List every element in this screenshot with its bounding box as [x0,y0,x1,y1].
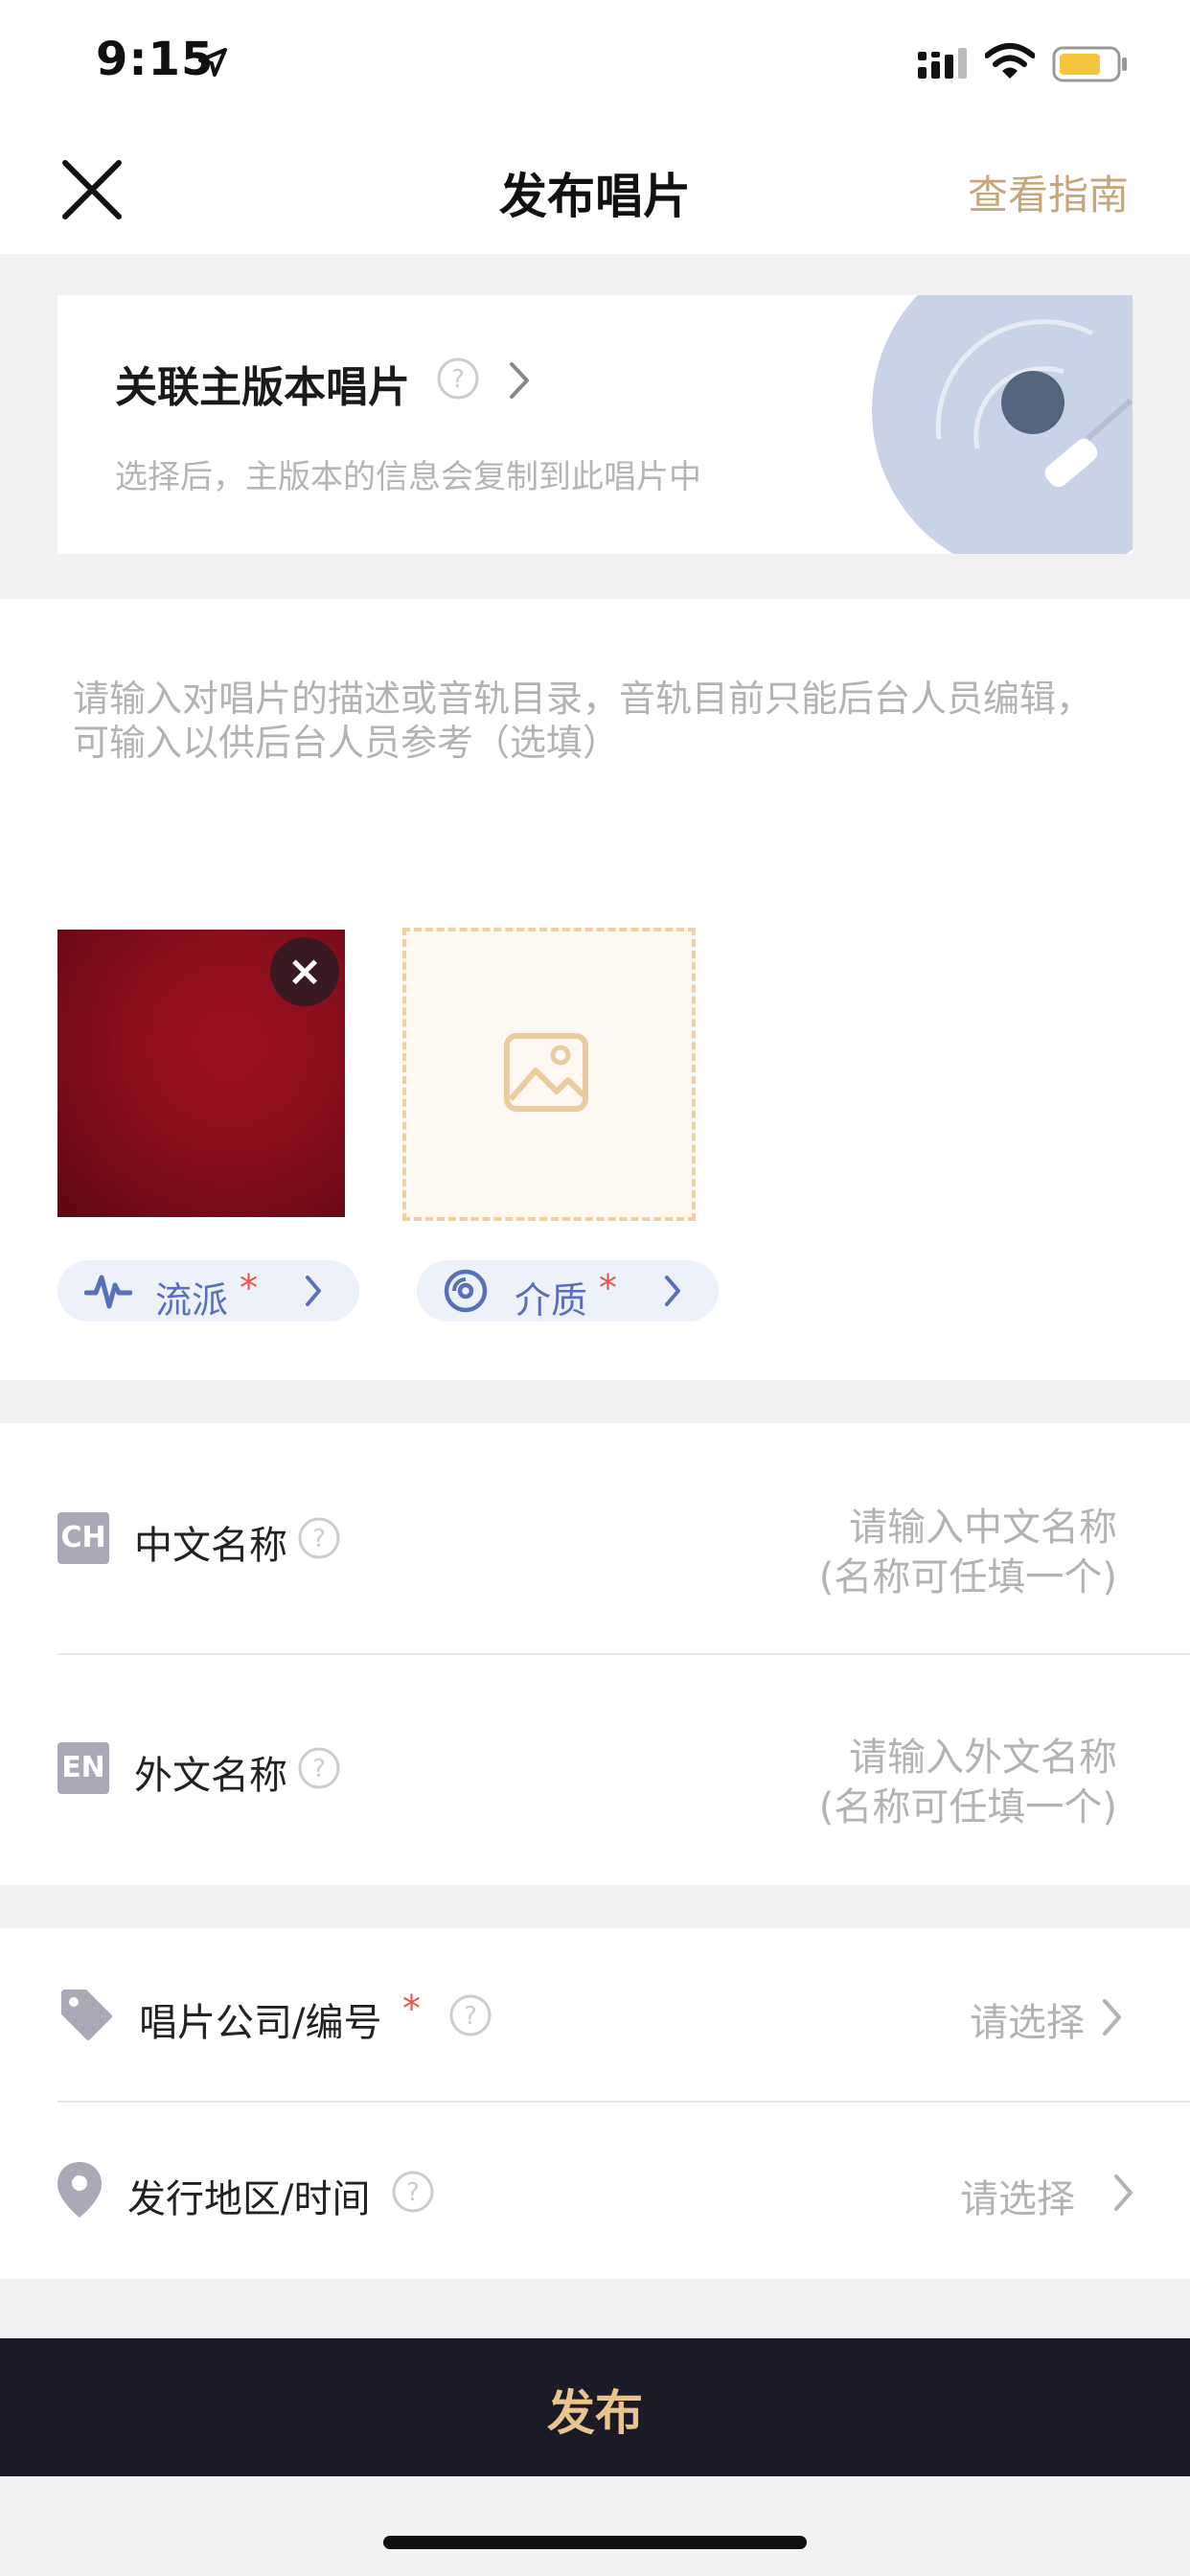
tag-icon [61,1990,112,2040]
chinese-badge: CH [57,1512,109,1564]
wifi-icon [985,43,1035,79]
foreign-name-placeholder-line2: (名称可任填一个) [818,1785,1117,1829]
chinese-name-placeholder-line2: (名称可任填一个) [818,1555,1117,1599]
svg-text:?: ? [312,1525,326,1553]
genre-label: 流派 [155,1279,229,1322]
chevron-right-icon [510,362,529,399]
waveform-icon [84,1275,132,1309]
release-region-label: 发行地区/时间 [127,2177,371,2221]
foreign-name-label: 外文名称 [134,1754,287,1798]
home-indicator [383,2536,807,2549]
image-placeholder-icon [504,1033,588,1112]
chevron-right-icon [306,1276,321,1306]
link-master-version-title: 关联主版本唱片 [115,363,410,412]
publish-button-label: 发布 [547,2385,643,2441]
medium-label: 介质 [515,1279,588,1322]
chevron-right-icon [1103,1999,1121,2036]
required-mark: * [599,1267,617,1309]
battery-icon [1052,46,1127,82]
svg-text:?: ? [464,2002,477,2031]
link-master-version-subtitle: 选择后，主版本的信息会复制到此唱片中 [115,458,701,496]
vinyl-record-illustration [872,295,1133,554]
link-master-version-card[interactable] [57,295,1133,554]
foreign-name-input[interactable]: 请输入外文名称 (名称可任填一个) [638,1733,1117,1832]
view-guide-link[interactable]: 查看指南 [968,163,1129,221]
chinese-name-input[interactable]: 请输入中文名称 (名称可任填一个) [638,1503,1117,1602]
help-icon[interactable]: ? [297,1516,341,1560]
chevron-right-icon [665,1276,680,1306]
required-mark: * [240,1267,258,1309]
required-mark: * [402,1988,421,2030]
english-badge: EN [57,1742,109,1794]
chinese-name-label: 中文名称 [134,1524,287,1568]
vinyl-disc-icon [444,1269,488,1313]
help-icon[interactable]: ? [436,356,480,401]
help-icon[interactable]: ? [297,1746,341,1790]
foreign-name-placeholder-line1: 请输入外文名称 [849,1736,1117,1780]
description-input[interactable]: 请输入对唱片的描述或音轨目录，音轨目前只能后台人员编辑，可输入以供后台人员参考（… [73,677,1127,765]
release-region-value: 请选择 [960,2177,1075,2221]
record-label-label: 唱片公司/编号 [139,2001,382,2045]
remove-cover-button[interactable]: × [270,937,339,1006]
svg-text:?: ? [312,1755,326,1783]
location-arrow-icon [198,48,227,77]
location-pin-icon [57,2162,102,2218]
svg-text:?: ? [406,2178,420,2207]
chevron-right-icon [1114,2174,1133,2211]
svg-text:?: ? [451,365,465,394]
help-icon[interactable]: ? [391,2170,435,2214]
record-label-value: 请选择 [970,2001,1085,2045]
help-icon[interactable]: ? [448,1993,492,2037]
cellular-signal-icon [918,48,967,79]
chinese-name-placeholder-line1: 请输入中文名称 [849,1506,1117,1550]
divider [57,1653,1190,1655]
